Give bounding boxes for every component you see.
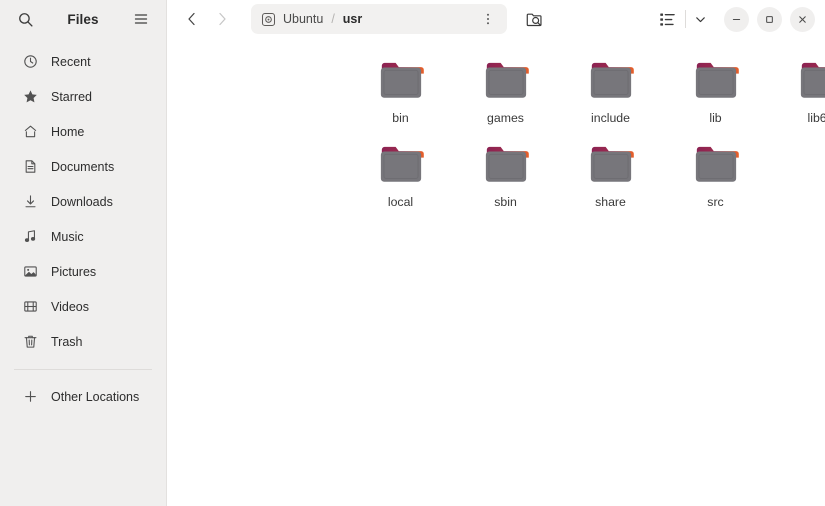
- video-icon: [22, 299, 38, 315]
- sidebar-item-label: Downloads: [51, 194, 113, 209]
- folder-icon: [380, 146, 424, 182]
- main-header: Ubuntu / usr: [167, 0, 825, 38]
- star-icon: [22, 89, 38, 105]
- list-view-icon[interactable]: [651, 4, 683, 34]
- folder-icon: [485, 62, 529, 98]
- file-item[interactable]: lib: [663, 52, 768, 136]
- file-browser-content[interactable]: bin games include lib lib local sbin sha…: [167, 38, 825, 506]
- file-item[interactable]: lib64: [768, 52, 825, 136]
- sidebar-item-label: Trash: [51, 334, 83, 349]
- sidebar-item-label: Music: [51, 229, 84, 244]
- file-item[interactable]: games: [453, 52, 558, 136]
- sidebar-item-videos[interactable]: Videos: [6, 289, 160, 324]
- sidebar-item-pictures[interactable]: Pictures: [6, 254, 160, 289]
- sidebar-item-label: Recent: [51, 54, 91, 69]
- sidebar-divider: [14, 369, 152, 370]
- folder-icon: [695, 62, 739, 98]
- sidebar-item-label: Home: [51, 124, 85, 139]
- search-icon[interactable]: [10, 4, 40, 34]
- sidebar-item-home[interactable]: Home: [6, 114, 160, 149]
- breadcrumb-separator: /: [331, 12, 335, 26]
- picture-icon: [22, 264, 38, 280]
- file-label: src: [707, 195, 724, 209]
- file-item[interactable]: share: [558, 136, 663, 220]
- clock-icon: [22, 54, 38, 70]
- sidebar-item-starred[interactable]: Starred: [6, 79, 160, 114]
- file-label: share: [595, 195, 626, 209]
- forward-button[interactable]: [207, 4, 237, 34]
- toolbar-divider: [685, 10, 686, 28]
- file-label: games: [487, 111, 524, 125]
- breadcrumb-item-0[interactable]: Ubuntu: [283, 12, 323, 26]
- file-icon-grid: bin games include lib lib local sbin sha…: [167, 52, 825, 220]
- drive-icon: [261, 12, 276, 26]
- document-icon: [22, 159, 38, 175]
- sidebar-item-documents[interactable]: Documents: [6, 149, 160, 184]
- pathbar[interactable]: Ubuntu / usr: [251, 4, 507, 34]
- sidebar-item-label: Documents: [51, 159, 115, 174]
- file-label: local: [387, 195, 414, 209]
- folder-icon: [380, 62, 424, 98]
- sidebar-item-label: Videos: [51, 299, 89, 314]
- sidebar-item-label: Pictures: [51, 264, 97, 279]
- maximize-icon[interactable]: [757, 6, 782, 32]
- sidebar: Recent Starred Home Documents Downloads …: [0, 38, 167, 506]
- sidebar-item-recent[interactable]: Recent: [6, 44, 160, 79]
- titlebar: Files Ubuntu / usr: [0, 0, 825, 38]
- files-window: Files Ubuntu / usr Recent Starred Home D…: [0, 0, 825, 506]
- app-title: Files: [67, 11, 99, 27]
- vertical-dots-icon[interactable]: [477, 7, 499, 31]
- file-item[interactable]: sbin: [453, 136, 558, 220]
- file-item[interactable]: src: [663, 136, 768, 220]
- sidebar-item-other-locations[interactable]: Other Locations: [6, 379, 160, 414]
- home-icon: [22, 124, 38, 140]
- folder-icon: [485, 146, 529, 182]
- download-icon: [22, 194, 38, 210]
- file-label: sbin: [494, 195, 517, 209]
- chevron-down-icon[interactable]: [688, 4, 712, 34]
- sidebar-item-label: Starred: [51, 89, 92, 104]
- breadcrumb-item-1[interactable]: usr: [343, 12, 362, 26]
- sidebar-item-trash[interactable]: Trash: [6, 324, 160, 359]
- sidebar-item-label: Other Locations: [51, 389, 140, 404]
- window-body: Recent Starred Home Documents Downloads …: [0, 38, 825, 506]
- file-label: include: [591, 111, 630, 125]
- file-label: lib64: [807, 111, 825, 125]
- folder-icon: [590, 62, 634, 98]
- sidebar-header: Files: [0, 0, 167, 38]
- folder-icon: [800, 62, 825, 98]
- file-item[interactable]: local: [348, 136, 453, 220]
- folder-search-icon[interactable]: [519, 4, 551, 34]
- file-item[interactable]: include: [558, 52, 663, 136]
- folder-icon: [695, 146, 739, 182]
- minimize-icon[interactable]: [724, 6, 749, 32]
- music-note-icon: [22, 229, 38, 245]
- file-item[interactable]: bin: [348, 52, 453, 136]
- file-label: lib: [709, 111, 722, 125]
- window-controls: [724, 6, 815, 32]
- plus-icon: [22, 389, 38, 405]
- close-icon[interactable]: [790, 6, 815, 32]
- sidebar-item-downloads[interactable]: Downloads: [6, 184, 160, 219]
- back-button[interactable]: [177, 4, 207, 34]
- folder-icon: [590, 146, 634, 182]
- sidebar-item-music[interactable]: Music: [6, 219, 160, 254]
- hamburger-menu-icon[interactable]: [126, 4, 156, 34]
- trash-icon: [22, 334, 38, 350]
- file-label: bin: [392, 111, 409, 125]
